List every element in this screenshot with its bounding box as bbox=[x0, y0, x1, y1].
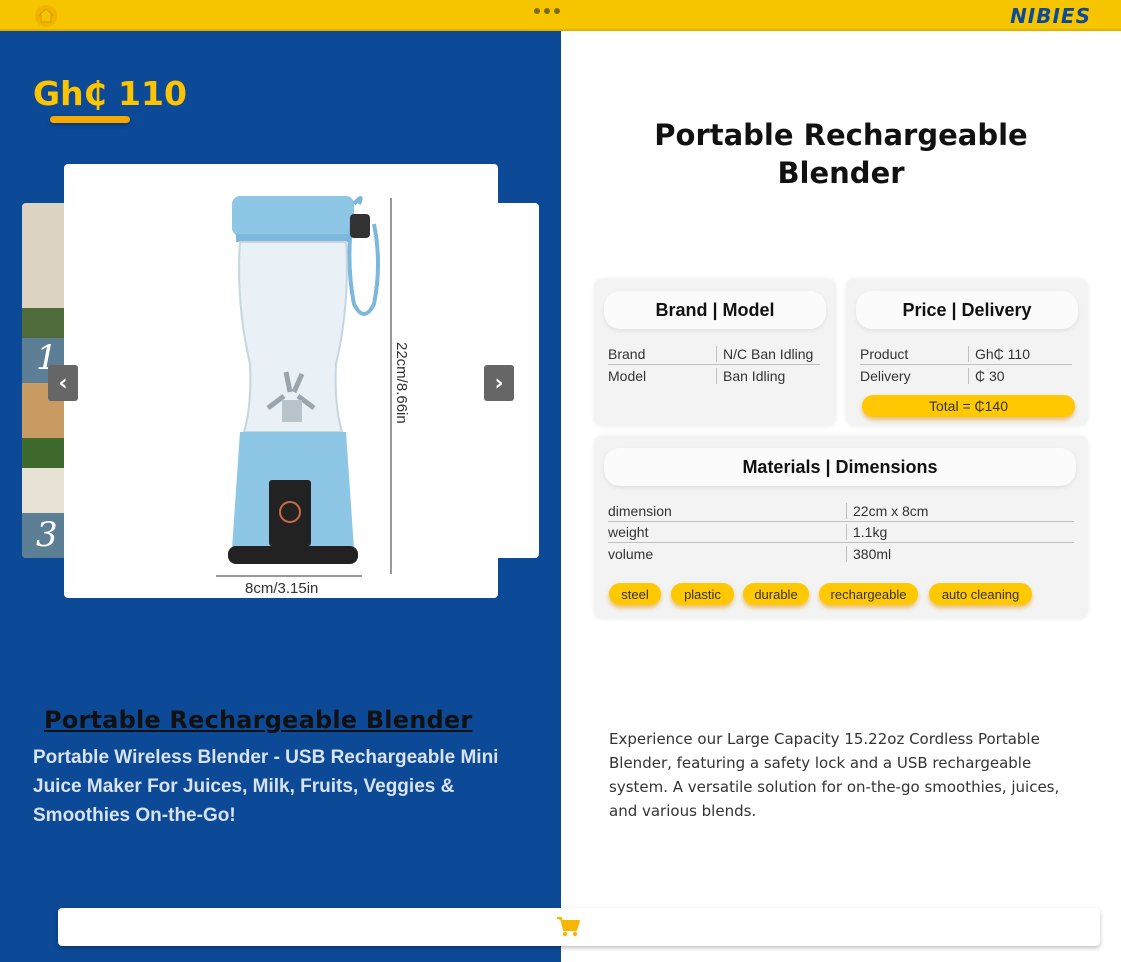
row-key: Brand bbox=[608, 346, 646, 362]
product-title[interactable]: Portable Rechargeable Blender bbox=[44, 706, 472, 734]
width-label: 8cm/3.15in bbox=[245, 580, 318, 597]
row-value: Ban Idling bbox=[716, 368, 785, 384]
row-value: N/C Ban Idling bbox=[716, 346, 813, 362]
carousel-next-button[interactable]: › bbox=[484, 365, 514, 401]
cart-bar[interactable] bbox=[58, 908, 1100, 946]
row-key: weight bbox=[608, 524, 649, 540]
table-row: volume 380ml bbox=[608, 543, 1074, 564]
price-label: Gh₵ 110 bbox=[33, 74, 187, 113]
table-row: Model Ban Idling bbox=[608, 365, 820, 386]
tag-steel[interactable]: steel bbox=[609, 583, 661, 605]
row-key: Delivery bbox=[860, 368, 911, 384]
table-row: Delivery ₵ 30 bbox=[860, 365, 1072, 386]
blender-image: 22cm/8.66in 8cm/3.15in bbox=[216, 196, 410, 597]
table-row: Product Gh₵ 110 bbox=[860, 344, 1072, 365]
table-row: dimension 22cm x 8cm bbox=[608, 501, 1074, 522]
tag-rechargeable[interactable]: rechargeable bbox=[819, 583, 918, 605]
tag-auto-cleaning[interactable]: auto cleaning bbox=[929, 583, 1032, 605]
slide-number: 3 bbox=[36, 515, 58, 555]
tag-durable[interactable]: durable bbox=[743, 583, 809, 605]
row-value: 380ml bbox=[846, 546, 891, 562]
materials-heading: Materials | Dimensions bbox=[604, 448, 1076, 486]
row-key: dimension bbox=[608, 503, 672, 519]
brand-logo[interactable]: NIBIES bbox=[1010, 4, 1091, 28]
row-key: volume bbox=[608, 546, 654, 562]
product-image-card[interactable]: 22cm/8.66in 8cm/3.15in bbox=[64, 164, 498, 598]
price-delivery-card: Price | Delivery Product Gh₵ 110 Deliver… bbox=[846, 279, 1088, 426]
product-subtitle: Portable Wireless Blender - USB Recharge… bbox=[33, 747, 499, 826]
home-icon[interactable] bbox=[32, 4, 60, 28]
carousel-prev-button[interactable]: ‹ bbox=[48, 365, 78, 401]
title-line: Blender bbox=[777, 156, 905, 190]
brand-model-heading: Brand | Model bbox=[604, 291, 826, 329]
chevron-left-icon: ‹ bbox=[58, 370, 68, 396]
row-value: ₵ 30 bbox=[968, 368, 1005, 384]
price-underline bbox=[50, 116, 130, 123]
page-title: Portable Rechargeable Blender bbox=[600, 116, 1082, 192]
materials-card: Materials | Dimensions dimension 22cm x … bbox=[594, 436, 1088, 619]
height-label: 22cm/8.66in bbox=[393, 342, 410, 424]
tag-plastic[interactable]: plastic bbox=[671, 583, 734, 605]
price-delivery-heading: Price | Delivery bbox=[856, 291, 1078, 329]
row-value: 1.1kg bbox=[846, 524, 887, 540]
chevron-right-icon: › bbox=[494, 370, 504, 396]
title-line: Portable Rechargeable bbox=[654, 118, 1028, 152]
brand-model-card: Brand | Model Brand N/C Ban Idling Model… bbox=[594, 279, 836, 426]
table-row: Brand N/C Ban Idling bbox=[608, 344, 820, 365]
more-dots-icon[interactable] bbox=[534, 8, 560, 14]
row-value: Gh₵ 110 bbox=[968, 346, 1030, 362]
cart-icon[interactable] bbox=[556, 916, 580, 938]
row-key: Model bbox=[608, 368, 647, 384]
product-description: Experience our Large Capacity 15.22oz Co… bbox=[609, 730, 1060, 820]
total-button[interactable]: Total = ₵140 bbox=[862, 395, 1075, 417]
row-key: Product bbox=[860, 346, 909, 362]
table-row: weight 1.1kg bbox=[608, 522, 1074, 543]
top-bar: NIBIES bbox=[0, 0, 1121, 31]
row-value: 22cm x 8cm bbox=[846, 503, 928, 519]
